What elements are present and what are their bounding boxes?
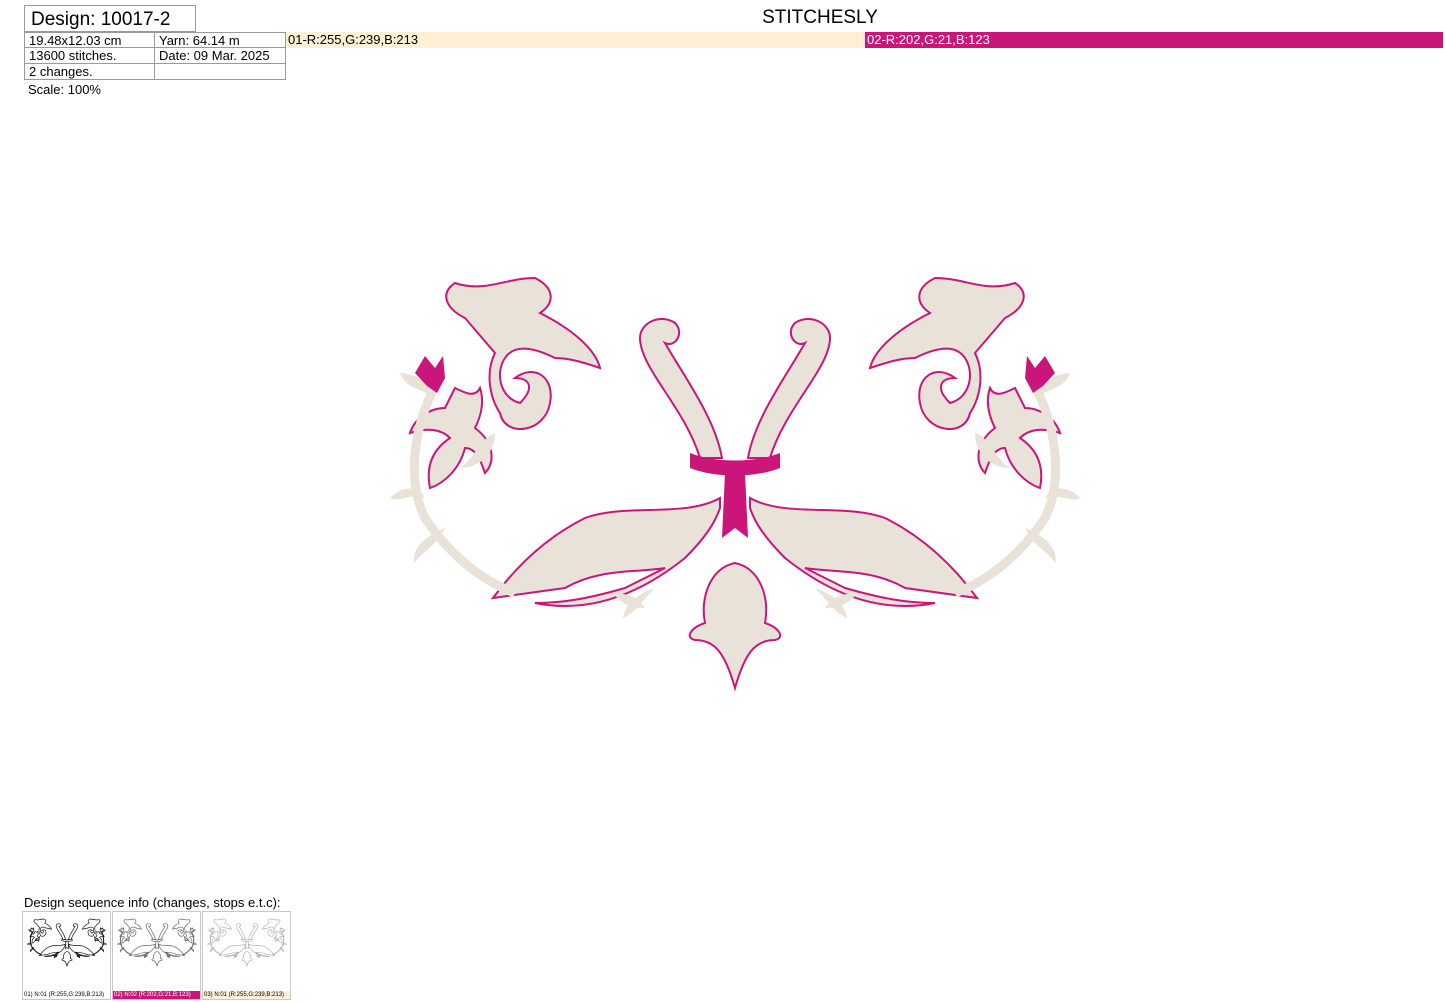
center-tassel-shape (722, 473, 748, 538)
motif-shape (977, 385, 1062, 490)
design-size: 19.48x12.03 cm (24, 32, 155, 48)
motif-shape (191, 942, 197, 945)
motif-shape (248, 943, 276, 957)
center-bell-shape (151, 951, 163, 968)
motif-thumbnail-icon (27, 918, 107, 968)
empty-cell (154, 63, 286, 80)
motif-shape (248, 923, 259, 940)
motif-shape (235, 923, 246, 940)
center-tassel-shape (65, 940, 69, 950)
sequence-step-2[interactable]: 02) N:02 (R:202,G:21,B:123) (112, 911, 201, 1000)
motif-shape (101, 942, 107, 945)
sequence-title: Design sequence info (changes, stops e.t… (24, 895, 281, 910)
motif-thumbnail-icon (207, 918, 287, 968)
color-swatch-01: 01-R:255,G:239,B:213 (286, 32, 865, 48)
motif-right-half (68, 918, 107, 959)
sequence-step-label: 01) N:01 (R:255,G:239,B:213) (23, 991, 110, 999)
motif-shape (27, 942, 33, 945)
motif-shape (218, 943, 246, 957)
motif-right-half (746, 276, 1080, 618)
sequence-step-label: 03) N:01 (R:255,G:239,B:213) (203, 991, 290, 999)
motif-left-half (117, 918, 156, 959)
color-changes: 2 changes. (24, 63, 155, 80)
stitch-count: 13600 stitches. (24, 47, 155, 64)
center-bell-shape (61, 951, 73, 968)
motif-shape (158, 923, 169, 940)
motif-shape (207, 942, 213, 945)
motif-thumbnail-icon (117, 918, 197, 968)
design-title: Design: 10017-2 (24, 5, 196, 32)
motif-shape (274, 930, 285, 944)
motif-shape (746, 318, 832, 459)
motif-shape (68, 923, 79, 940)
sequence-step-1[interactable]: 01) N:01 (R:255,G:239,B:213) (22, 911, 111, 1000)
sequence-step-label: 02) N:02 (R:202,G:21,B:123) (113, 991, 200, 999)
motif-left-half (390, 276, 724, 618)
motif-shape (94, 930, 105, 944)
center-bell-shape (241, 951, 253, 968)
motif-left-half (207, 918, 246, 959)
motif-shape (29, 930, 40, 944)
motif-shape (490, 496, 721, 607)
sequence-step-3[interactable]: 03) N:01 (R:255,G:239,B:213) (202, 911, 291, 1000)
motif-left-half (27, 918, 66, 959)
color-swatch-02: 02-R:202,G:21,B:123 (865, 32, 1443, 48)
motif-shape (68, 943, 96, 957)
motif-shape (55, 923, 66, 940)
scale-label: Scale: 100% (28, 82, 101, 97)
motif-shape (119, 930, 130, 944)
motif-shape (158, 943, 186, 957)
motif-shape (281, 942, 287, 945)
motif-shape (638, 318, 724, 459)
center-tassel-shape (245, 940, 249, 950)
motif-shape (145, 923, 156, 940)
motif-shape (38, 943, 66, 957)
center-bell-shape (688, 561, 782, 692)
motif-shape (749, 496, 980, 607)
motif-shape (408, 385, 493, 490)
motif-right-half (158, 918, 197, 959)
center-tassel-shape (155, 940, 159, 950)
embroidery-motif (390, 276, 1080, 692)
yarn-length: Yarn: 64.14 m (154, 32, 286, 48)
brand-name: STITCHESLY (762, 7, 878, 28)
motif-right-half (248, 918, 287, 959)
motif-shape (184, 930, 195, 944)
design-date: Date: 09 Mar. 2025 (154, 47, 286, 64)
motif-shape (117, 942, 123, 945)
motif-shape (209, 930, 220, 944)
motif-shape (128, 943, 156, 957)
